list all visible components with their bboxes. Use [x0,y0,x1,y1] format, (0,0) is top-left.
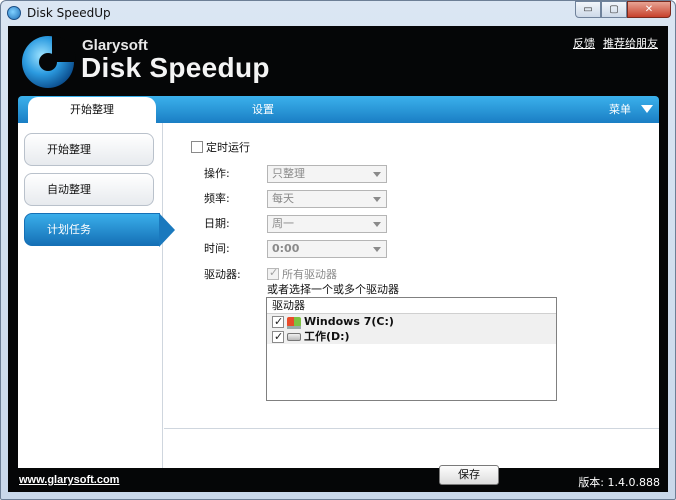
recommend-link[interactable]: 推荐给朋友 [603,35,658,51]
list-item[interactable]: Windows 7(C:) [267,314,556,329]
timed-run-option[interactable]: 定时运行 [191,139,250,155]
divider [164,428,659,429]
drives-label: 驱动器: [204,268,241,281]
menu-button[interactable]: 菜单 [609,96,631,123]
window-controls: ▭ ▢ ✕ [575,1,671,19]
title-bar[interactable]: Disk SpeedUp ▭ ▢ ✕ [1,1,675,25]
time-select[interactable]: 0:00 [267,240,387,258]
product-name: Disk Speedup [81,52,270,83]
minimize-icon: ▭ [583,4,593,15]
all-drives-checkbox[interactable] [267,266,279,280]
app-content: Glarysoft Disk Speedup 反馈 推荐给朋友 开始整理 设置 … [8,26,668,492]
content-panel: 开始整理 自动整理 计划任务 定时运行 操作: 只整理 频率: 每天 日期: 周… [18,123,659,485]
frequency-label: 频率: [204,192,230,205]
drive-c-checkbox[interactable] [272,314,284,329]
all-drives-option[interactable]: 所有驱动器 [267,266,337,282]
operation-select[interactable]: 只整理 [267,165,387,183]
drive-d-label: 工作(D:) [304,330,350,343]
close-button[interactable]: ✕ [627,1,671,18]
close-icon: ✕ [644,4,654,15]
drive-list[interactable]: 驱动器 Windows 7(C:) 工作(D:) [266,297,557,401]
chevron-down-icon[interactable] [641,105,653,113]
version-text: 版本: 1.4.0.888 [578,476,660,489]
app-logo-icon [7,6,21,20]
maximize-icon: ▢ [609,4,619,15]
time-label: 时间: [204,242,230,255]
sidebar-item-start-defrag[interactable]: 开始整理 [24,133,154,166]
date-select[interactable]: 周一 [267,215,387,233]
maximize-button[interactable]: ▢ [601,1,627,18]
hard-drive-icon [287,332,301,341]
drive-c-label: Windows 7(C:) [304,315,394,328]
timed-run-checkbox[interactable] [191,141,203,153]
sidebar-item-auto-defrag[interactable]: 自动整理 [24,173,154,206]
tab-settings[interactable]: 设置 [252,96,274,123]
list-item[interactable]: 工作(D:) [267,329,556,344]
drive-list-header: 驱动器 [267,298,556,314]
sidebar: 开始整理 自动整理 计划任务 [18,123,175,468]
glarysoft-logo-icon [22,36,76,88]
operation-label: 操作: [204,167,230,180]
timed-run-label: 定时运行 [206,141,250,154]
minimize-button[interactable]: ▭ [575,1,601,18]
website-link[interactable]: www.glarysoft.com [19,474,119,486]
tab-start-defrag[interactable]: 开始整理 [28,97,156,123]
top-links: 反馈 推荐给朋友 [573,35,658,51]
frequency-select[interactable]: 每天 [267,190,387,208]
tab-bar: 开始整理 设置 菜单 [18,96,659,123]
window-title: Disk SpeedUp [27,6,111,20]
all-drives-label: 所有驱动器 [282,268,337,281]
feedback-link[interactable]: 反馈 [573,35,595,51]
schedule-settings: 定时运行 操作: 只整理 频率: 每天 日期: 周一 时间: 0:00 驱动器:… [164,123,659,468]
app-window: Disk SpeedUp ▭ ▢ ✕ Glarysoft Disk Speedu… [0,0,676,500]
sidebar-item-scheduled-task[interactable]: 计划任务 [24,213,175,247]
choose-drives-text: 或者选择一个或多个驱动器 [267,283,399,296]
save-button[interactable]: 保存 [439,465,499,485]
drive-d-checkbox[interactable] [272,329,284,344]
date-label: 日期: [204,217,230,230]
windows-drive-icon [287,316,301,329]
